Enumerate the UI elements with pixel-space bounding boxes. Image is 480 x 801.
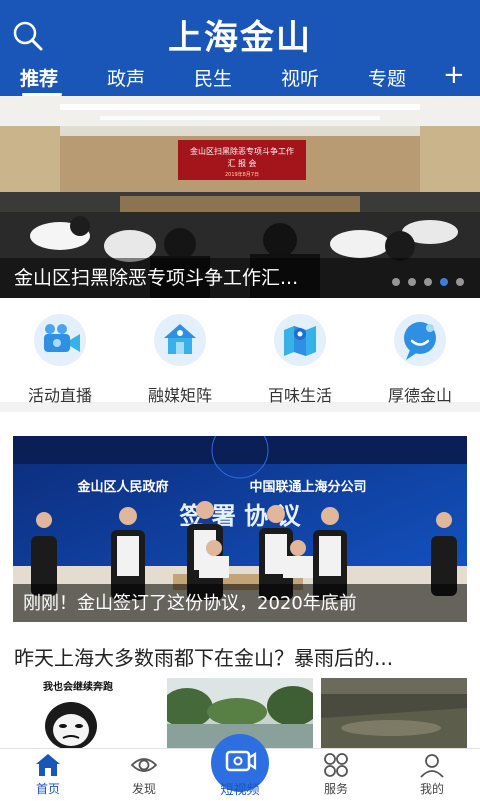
add-channel-button[interactable]: + <box>443 60 465 90</box>
banner-text-2: 汇 报 会 <box>227 158 256 168</box>
feature-live-broadcast[interactable]: 活动直播 <box>0 314 120 406</box>
banner-org-2: 中国联通上海分公司 <box>249 479 366 495</box>
carousel-dot-active[interactable] <box>440 278 448 286</box>
carousel-dot[interactable] <box>408 278 416 286</box>
banner-date: 2019年8月7日 <box>225 171 259 178</box>
thumbnail-meme[interactable]: 我也会继续奔跑 <box>13 678 159 750</box>
tab-topics[interactable]: 专题 <box>368 64 406 91</box>
service-grid-icon <box>322 751 350 779</box>
nav-home-label: 首页 <box>35 782 60 796</box>
nav-home[interactable]: 首页 <box>0 749 96 801</box>
nav-mine[interactable]: 我的 <box>384 749 480 801</box>
tab-recommend[interactable]: 推荐 <box>20 64 58 91</box>
hero-caption[interactable]: 金山区扫黑除恶专项斗争工作汇... <box>14 263 298 290</box>
news-card[interactable]: 金山区人民政府 中国联通上海分公司 签 署 协 议 刚刚！金山签订了这份协议，2… <box>13 436 467 622</box>
feature-media-matrix[interactable]: 融媒矩阵 <box>120 314 240 406</box>
nav-service[interactable]: 服务 <box>288 749 384 801</box>
carousel-dot[interactable] <box>392 278 400 286</box>
matrix-house-icon <box>150 314 210 366</box>
map-life-icon <box>270 314 330 366</box>
tab-livelihood[interactable]: 民生 <box>194 64 232 91</box>
user-icon <box>418 751 446 779</box>
feature-label: 活动直播 <box>27 386 92 405</box>
eye-icon <box>130 751 158 779</box>
article-title[interactable]: 昨天上海大多数雨都下在金山？暴雨后的... <box>14 642 466 671</box>
feature-shortcuts: 活动直播 融媒矩阵 百味生活 厚德金山 <box>0 300 480 412</box>
channel-tabs: 推荐 政声 民生 视听 专题 + <box>0 60 480 96</box>
hero-carousel[interactable]: 金山区扫黑除恶专项斗争工作 汇 报 会 2019年8月7日 金山区扫黑除恶专项斗… <box>0 96 480 298</box>
banner-text-1: 金山区扫黑除恶专项斗争工作 <box>190 146 294 156</box>
tab-audiovisual[interactable]: 视听 <box>281 64 319 91</box>
video-camera-icon <box>30 314 90 366</box>
feature-life[interactable]: 百味生活 <box>240 314 360 406</box>
hero-caption-bar: 金山区扫黑除恶专项斗争工作汇... <box>0 258 480 298</box>
thumbnail-flooded-street[interactable] <box>321 678 467 750</box>
nav-discover[interactable]: 发现 <box>96 749 192 801</box>
nav-discover-label: 发现 <box>131 782 156 796</box>
thumbnail-caption: 我也会继续奔跑 <box>43 680 113 693</box>
short-video-label: 短视频 <box>220 783 260 798</box>
app-header: 上海金山 推荐 政声 民生 视听 专题 + <box>0 0 480 96</box>
feature-virtue[interactable]: 厚德金山 <box>360 314 480 406</box>
news-card-caption[interactable]: 刚刚！金山签订了这份协议，2020年底前 <box>23 589 357 615</box>
feature-label: 融媒矩阵 <box>147 386 212 405</box>
feature-label: 厚德金山 <box>387 386 452 405</box>
tab-politics[interactable]: 政声 <box>107 64 145 91</box>
feature-label: 百味生活 <box>267 386 332 405</box>
home-icon <box>34 751 62 779</box>
carousel-dot[interactable] <box>424 278 432 286</box>
banner-org-1: 金山区人民政府 <box>76 479 168 495</box>
nav-service-label: 服务 <box>323 782 348 796</box>
news-card-caption-bar: 刚刚！金山签订了这份协议，2020年底前 <box>13 584 467 622</box>
carousel-dot[interactable] <box>456 278 464 286</box>
smile-chat-icon <box>390 314 450 366</box>
app-title: 上海金山 <box>168 18 312 58</box>
carousel-indicator <box>392 278 464 286</box>
nav-mine-label: 我的 <box>419 782 444 796</box>
